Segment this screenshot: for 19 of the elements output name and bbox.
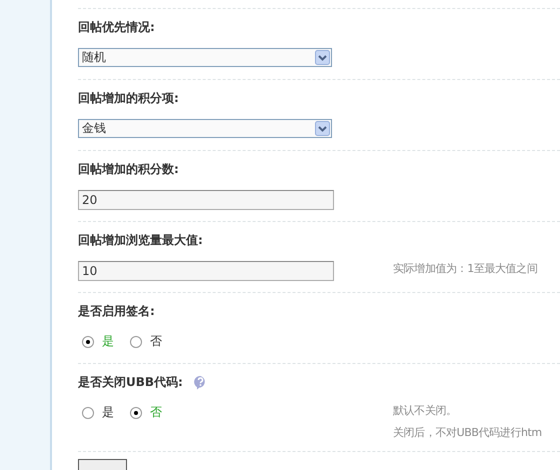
text-field[interactable]: 20 bbox=[78, 190, 334, 210]
radio-label[interactable]: 是 bbox=[102, 404, 114, 421]
field-label: 是否关闭UBB代码: bbox=[78, 374, 183, 390]
radio-label[interactable]: 否 bbox=[150, 333, 162, 350]
field-label: 是否启用签名: bbox=[78, 302, 155, 320]
field-label: 回帖增加的积分项: bbox=[78, 90, 179, 106]
field-label: 回帖增加的积分数: bbox=[78, 160, 179, 178]
radio-button[interactable] bbox=[82, 336, 94, 348]
radio-button[interactable] bbox=[130, 336, 142, 348]
field-label: 回帖增加浏览量最大值: bbox=[78, 232, 203, 248]
radio-button[interactable] bbox=[82, 406, 94, 418]
radio-button[interactable] bbox=[130, 406, 142, 418]
hint-text: 实际增加值为：1至最大值之间 bbox=[393, 261, 538, 276]
field-label: 回帖优先情况: bbox=[78, 18, 155, 36]
dropdown[interactable]: 随机 bbox=[78, 48, 332, 67]
hint-text: 关闭后，不对UBB代码进行htm bbox=[393, 425, 542, 440]
dropdown[interactable]: 金钱 bbox=[78, 119, 332, 138]
hint-text: 默认不关闭。 bbox=[393, 403, 458, 418]
text-field[interactable]: 10 bbox=[78, 261, 334, 281]
